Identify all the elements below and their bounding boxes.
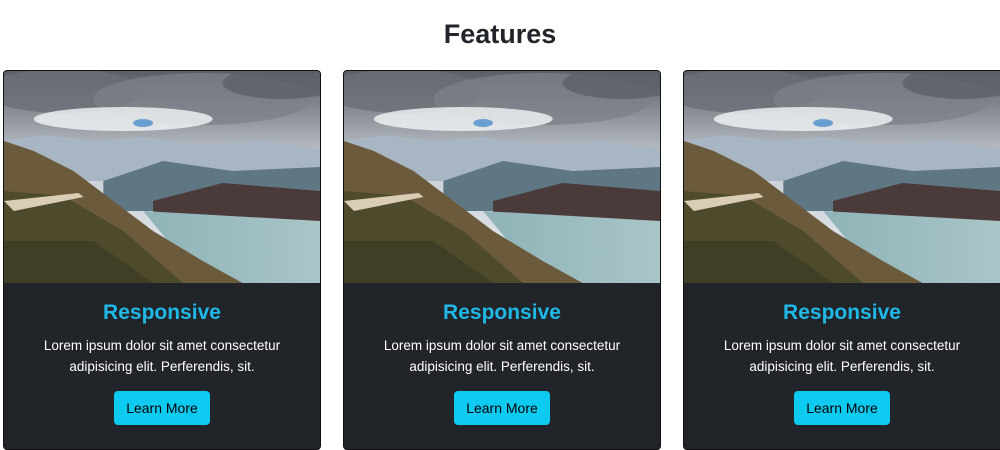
learn-more-button[interactable]: Learn More	[454, 391, 550, 425]
card-text: Lorem ipsum dolor sit amet consectetur a…	[43, 338, 281, 374]
card-text: Lorem ipsum dolor sit amet consectetur a…	[723, 338, 961, 374]
feature-card: Responsive Lorem ipsum dolor sit amet co…	[683, 70, 1000, 450]
card-title: Responsive	[103, 301, 221, 324]
feature-card: Responsive Lorem ipsum dolor sit amet co…	[343, 70, 661, 450]
section-title: Features	[443, 19, 557, 49]
card-title: Responsive	[443, 301, 561, 324]
card-text: Lorem ipsum dolor sit amet consectetur a…	[383, 338, 621, 374]
learn-more-button[interactable]: Learn More	[794, 391, 890, 425]
landscape-image	[4, 71, 320, 283]
learn-more-button[interactable]: Learn More	[114, 391, 210, 425]
landscape-image	[684, 71, 1000, 283]
feature-card: Responsive Lorem ipsum dolor sit amet co…	[3, 70, 321, 450]
card-title: Responsive	[783, 301, 901, 324]
landscape-image	[344, 71, 660, 283]
